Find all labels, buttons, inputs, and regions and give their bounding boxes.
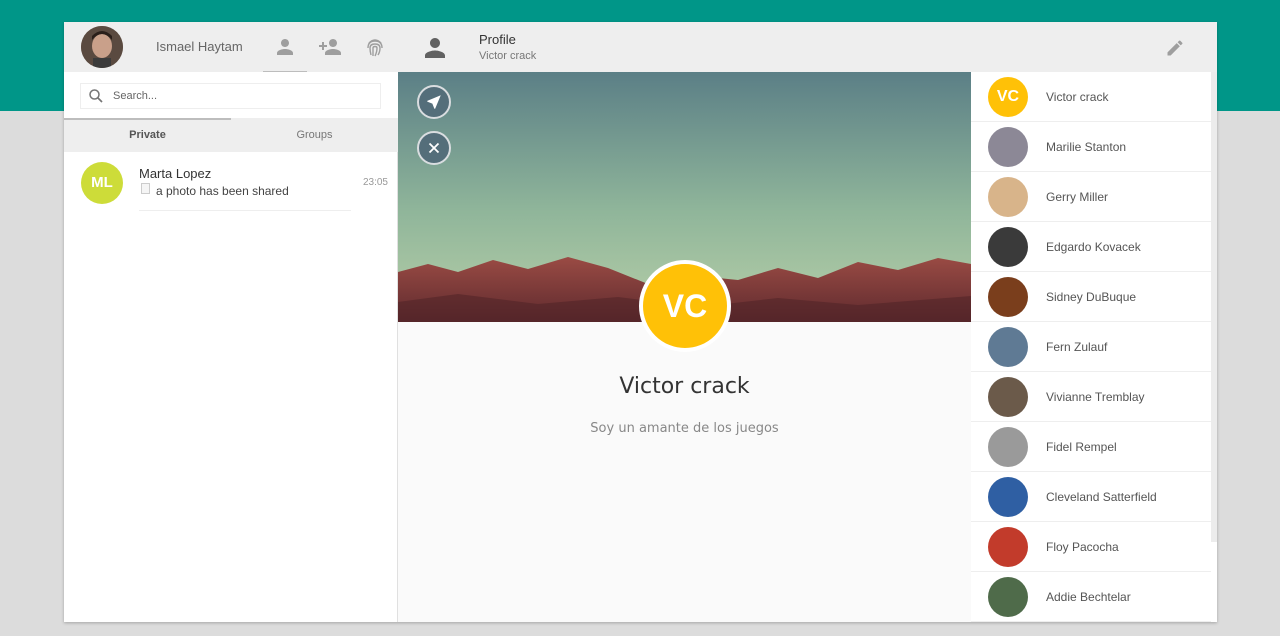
contact-avatar	[988, 277, 1028, 317]
search-icon	[89, 89, 103, 103]
contact-name: Floy Pacocha	[1046, 540, 1119, 554]
navigate-button[interactable]	[417, 85, 451, 119]
contact-avatar	[988, 427, 1028, 467]
contact-item[interactable]: Gerry Miller	[971, 172, 1211, 222]
profile-title: Profile	[479, 32, 516, 47]
contact-name: Sidney DuBuque	[1046, 290, 1137, 304]
contact-name: Gerry Miller	[1046, 190, 1108, 204]
person-icon[interactable]	[273, 35, 297, 59]
contact-avatar	[988, 327, 1028, 367]
contact-item[interactable]: Fidel Rempel	[971, 422, 1211, 472]
contact-item[interactable]: VC Victor crack	[971, 72, 1211, 122]
edit-icon[interactable]	[1165, 38, 1185, 58]
contact-name: Edgardo Kovacek	[1046, 240, 1141, 254]
profile-avatar: VC	[639, 260, 731, 352]
chat-time: 23:05	[362, 177, 388, 188]
contact-item[interactable]: Sidney DuBuque	[971, 272, 1211, 322]
contact-item[interactable]: Fern Zulauf	[971, 322, 1211, 372]
contact-item[interactable]: Cleveland Satterfield	[971, 472, 1211, 522]
contacts-panel: VC Victor crack Marilie Stanton Gerry Mi…	[971, 72, 1217, 622]
contact-name: Victor crack	[1046, 90, 1109, 104]
contact-name: Fern Zulauf	[1046, 340, 1108, 354]
contact-avatar	[988, 127, 1028, 167]
contact-item[interactable]: Edgardo Kovacek	[971, 222, 1211, 272]
tab-groups[interactable]: Groups	[231, 118, 398, 152]
contact-avatar	[988, 377, 1028, 417]
app-window: Ismael Haytam Search... Private Groups M…	[64, 22, 1217, 622]
close-button[interactable]	[417, 131, 451, 165]
profile-name: Victor crack	[619, 374, 750, 399]
navigation-icon	[427, 95, 441, 109]
search-input[interactable]	[113, 87, 373, 105]
search-bar	[64, 72, 398, 118]
contact-item[interactable]: Floy Pacocha	[971, 522, 1211, 572]
user-name: Ismael Haytam	[156, 39, 243, 54]
chat-last-message: a photo has been shared	[156, 184, 289, 198]
contact-avatar	[988, 227, 1028, 267]
contact-name: Fidel Rempel	[1046, 440, 1117, 454]
contact-item[interactable]: Vivianne Tremblay	[971, 372, 1211, 422]
contact-avatar: VC	[988, 77, 1028, 117]
left-header: Ismael Haytam	[64, 22, 398, 73]
contact-name: Addie Bechtelar	[1046, 590, 1131, 604]
contacts-scrollbar[interactable]	[1211, 72, 1217, 542]
contact-name: Vivianne Tremblay	[1046, 390, 1145, 404]
photo-icon	[141, 183, 150, 194]
chat-tabs: Private Groups	[64, 118, 398, 152]
fingerprint-icon[interactable]	[363, 35, 387, 59]
profile-person-icon	[425, 38, 445, 58]
contact-name: Cleveland Satterfield	[1046, 490, 1157, 504]
profile-panel: VC Victor crack Soy un amante de los jue…	[398, 72, 971, 622]
profile-header: Profile Victor crack	[398, 22, 1217, 72]
active-tab-indicator	[64, 118, 231, 120]
profile-subtitle: Victor crack	[479, 50, 537, 62]
contact-avatar	[988, 477, 1028, 517]
left-panel: Ismael Haytam Search... Private Groups M…	[64, 22, 398, 622]
tab-private[interactable]: Private	[64, 118, 231, 152]
chat-list-item[interactable]: ML Marta Lopez a photo has been shared 2…	[64, 152, 398, 214]
contact-item[interactable]: Addie Bechtelar	[971, 572, 1211, 622]
chat-name: Marta Lopez	[139, 166, 212, 181]
close-icon	[428, 142, 440, 154]
user-avatar[interactable]	[81, 26, 123, 68]
contact-avatar	[988, 527, 1028, 567]
contact-avatar	[988, 177, 1028, 217]
profile-bio: Soy un amante de los juegos	[590, 421, 779, 436]
search-box	[80, 83, 381, 109]
contact-avatar	[988, 577, 1028, 617]
chat-avatar: ML	[81, 162, 123, 204]
person-add-icon[interactable]	[318, 35, 342, 59]
contact-item[interactable]: Marilie Stanton	[971, 122, 1211, 172]
contact-name: Marilie Stanton	[1046, 140, 1127, 154]
divider	[139, 210, 351, 211]
